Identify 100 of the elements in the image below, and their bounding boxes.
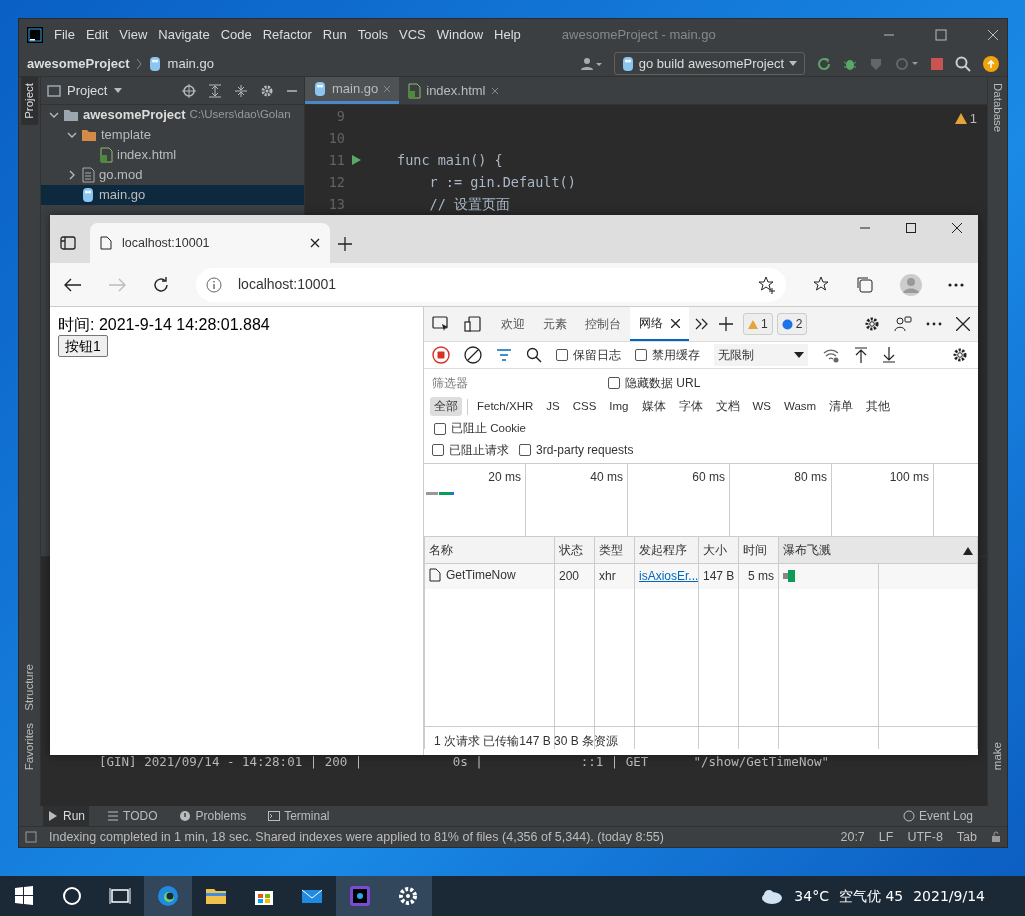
menu-item[interactable]: Run [322, 25, 347, 45]
type-filter[interactable]: JS [542, 396, 564, 417]
breadcrumb-item[interactable]: awesomeProject [27, 53, 130, 74]
menu-item[interactable]: Code [220, 25, 252, 45]
tree-item[interactable]: main.go [41, 185, 304, 205]
tool-tab[interactable]: Run [43, 806, 89, 826]
status-item[interactable]: UTF-8 [907, 827, 943, 847]
type-filter[interactable]: CSS [568, 396, 601, 417]
close-icon[interactable] [310, 238, 320, 248]
tree-item[interactable]: index.html [41, 145, 304, 165]
checkbox[interactable]: 已阻止请求 [432, 441, 509, 460]
run-gutter-icon[interactable] [351, 155, 361, 165]
tree-item[interactable]: template [41, 125, 304, 145]
checkbox[interactable]: 保留日志 [556, 345, 621, 364]
browser-tab[interactable]: localhost:10001 [90, 223, 330, 263]
add-tool-icon[interactable] [719, 317, 733, 331]
run-configuration-dropdown[interactable]: go build awesomeProject [613, 51, 805, 76]
menu-item[interactable]: File [54, 25, 75, 45]
start-icon[interactable] [12, 884, 36, 908]
tree-item[interactable]: go.mod [41, 165, 304, 185]
type-filter[interactable]: 字体 [674, 396, 707, 417]
devtools-tab[interactable]: 网络 [630, 307, 689, 341]
collections-icon[interactable] [856, 275, 874, 294]
settings-icon[interactable] [952, 346, 968, 363]
editor-tab[interactable]: index.html [399, 77, 507, 104]
browser-icon[interactable] [156, 884, 180, 908]
update-icon[interactable] [983, 55, 999, 72]
tool-tab[interactable]: Problems [175, 806, 251, 826]
locate-icon[interactable] [182, 83, 196, 98]
request-name[interactable]: GetTimeNow [429, 565, 516, 584]
column-header[interactable]: 状态 [554, 537, 595, 564]
more-icon[interactable] [926, 322, 942, 326]
rerun-icon[interactable] [817, 56, 831, 71]
column-header[interactable]: 发起程序 [634, 537, 699, 564]
menu-item[interactable]: View [119, 25, 148, 45]
settings-icon[interactable] [864, 316, 880, 332]
filter-icon[interactable] [496, 348, 512, 361]
column-header[interactable]: 类型 [594, 537, 635, 564]
ide-app-icon[interactable] [348, 884, 372, 908]
tool-window-tab[interactable]: Project [20, 77, 39, 125]
status-item[interactable]: LF [878, 827, 894, 847]
type-filter[interactable]: Wasm [780, 396, 821, 417]
column-header[interactable]: 大小 [698, 537, 739, 564]
editor-tab[interactable]: main.go [305, 77, 400, 104]
more-tabs-icon[interactable] [695, 318, 709, 330]
tool-window-tab[interactable]: Favorites [20, 716, 39, 776]
collapse-all-icon[interactable] [234, 83, 248, 98]
menu-item[interactable]: Navigate [158, 25, 210, 45]
tool-window-tab[interactable]: make [988, 735, 1007, 776]
type-filter[interactable]: 清单 [825, 396, 858, 417]
devtools-tab[interactable]: 控制台 [576, 307, 630, 341]
throttle-dropdown[interactable]: 无限制 [714, 343, 808, 366]
devtools-tab[interactable]: 欢迎 [492, 307, 534, 341]
refresh-icon[interactable] [152, 275, 170, 294]
type-filter[interactable]: 媒体 [637, 396, 670, 417]
page-button[interactable]: 按钮1 [58, 335, 108, 357]
record-icon[interactable] [432, 345, 450, 364]
event-log-tab[interactable]: Event Log [898, 806, 977, 826]
type-filter[interactable]: Img [605, 396, 633, 417]
type-filter[interactable]: 全部 [430, 396, 462, 417]
tab-actions-icon[interactable] [60, 235, 76, 251]
search-icon[interactable] [955, 55, 971, 72]
warnings-counter[interactable]: 1 [743, 313, 773, 335]
panel-icon[interactable] [25, 831, 37, 843]
settings-icon[interactable] [396, 884, 420, 908]
upload-icon[interactable] [854, 346, 868, 363]
column-header[interactable]: 瀑布飞溅 [778, 537, 879, 564]
close-icon[interactable] [956, 317, 970, 331]
warning-indicator[interactable]: 1 [954, 109, 977, 129]
device-icon[interactable] [464, 316, 482, 332]
search-icon[interactable] [526, 346, 542, 363]
checkbox[interactable]: 禁用缓存 [635, 345, 700, 364]
status-item[interactable]: Tab [956, 827, 977, 847]
address-bar[interactable]: localhost:10001 [196, 267, 786, 302]
checkbox[interactable]: 3rd-party requests [519, 441, 634, 460]
maximize-icon[interactable] [906, 223, 916, 233]
clock-date[interactable]: 2021/9/14 [913, 885, 985, 907]
messages-counter[interactable]: 2 [776, 313, 808, 335]
inspect-icon[interactable] [432, 316, 450, 332]
avatar-icon[interactable] [900, 273, 922, 296]
search-icon[interactable] [60, 884, 84, 908]
close-icon[interactable] [952, 223, 962, 233]
new-tab-icon[interactable] [338, 237, 352, 251]
tool-tab[interactable]: Terminal [264, 806, 334, 826]
type-filter[interactable]: Fetch/XHR [473, 396, 538, 417]
menu-item[interactable]: Refactor [262, 25, 312, 45]
download-icon[interactable] [882, 346, 896, 363]
menu-item[interactable]: Edit [85, 25, 109, 45]
status-item[interactable]: 20:7 [840, 827, 865, 847]
menu-item[interactable]: Tools [357, 25, 389, 45]
favorites-icon[interactable] [812, 275, 830, 294]
type-filter[interactable]: 文档 [711, 396, 744, 417]
add-favorite-icon[interactable] [758, 275, 776, 294]
type-filter[interactable]: WS [748, 396, 776, 417]
panel-title[interactable]: Project [67, 80, 108, 101]
checkbox[interactable]: 隐藏数据 URL [608, 373, 701, 392]
initiator-link[interactable]: isAxiosEr... [639, 569, 698, 584]
lock-icon[interactable] [991, 831, 1001, 843]
devtools-tab[interactable]: 元素 [534, 307, 576, 341]
caret-icon[interactable] [113, 87, 124, 94]
